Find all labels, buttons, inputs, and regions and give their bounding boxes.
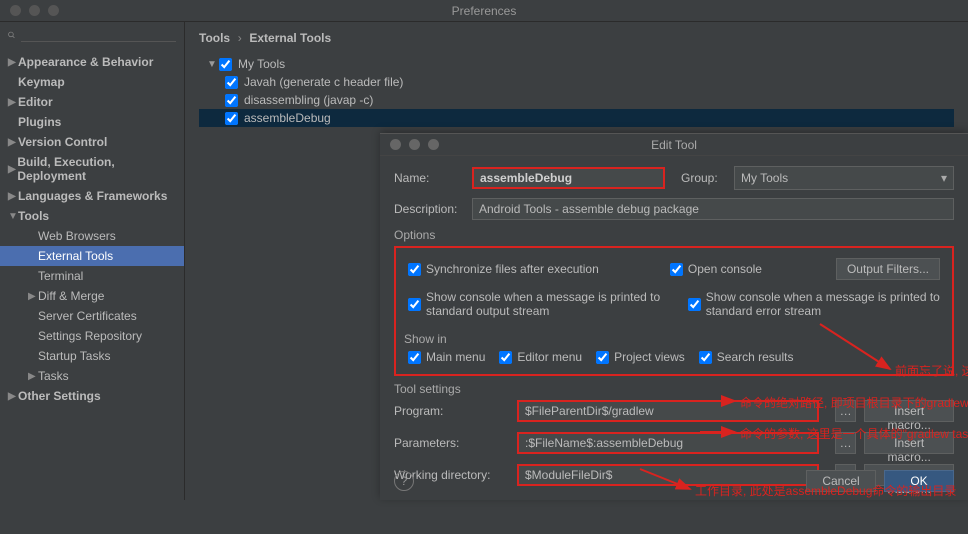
sidebar-item-external-tools[interactable]: External Tools — [0, 246, 184, 266]
tool-group[interactable]: ▼My Tools — [199, 55, 954, 73]
description-label: Description: — [394, 202, 464, 216]
settings-tree: Appearance & BehaviorKeymapEditorPlugins… — [0, 48, 184, 406]
stdout-console-checkbox[interactable]: Show console when a message is printed t… — [408, 290, 666, 318]
sidebar-item-keymap[interactable]: Keymap — [0, 72, 184, 92]
sidebar-item-editor[interactable]: Editor — [0, 92, 184, 112]
browse-parameters-button[interactable]: … — [835, 432, 856, 454]
cancel-button[interactable]: Cancel — [806, 470, 876, 492]
sidebar-item-other-settings[interactable]: Other Settings — [0, 386, 184, 406]
browse-program-button[interactable]: … — [835, 400, 856, 422]
sidebar-item-plugins[interactable]: Plugins — [0, 112, 184, 132]
program-label: Program: — [394, 404, 509, 418]
sidebar-item-tools[interactable]: Tools — [0, 206, 184, 226]
output-filters-button[interactable]: Output Filters... — [836, 258, 940, 280]
open-console-checkbox[interactable]: Open console — [670, 262, 762, 276]
dialog-titlebar: Edit Tool — [380, 134, 968, 156]
sidebar-item-web-browsers[interactable]: Web Browsers — [0, 226, 184, 246]
window-titlebar: Preferences — [0, 0, 968, 22]
dialog-title: Edit Tool — [380, 138, 968, 152]
stderr-console-checkbox[interactable]: Show console when a message is printed t… — [688, 290, 940, 318]
sidebar-item-startup-tasks[interactable]: Startup Tasks — [0, 346, 184, 366]
search-input[interactable] — [21, 28, 176, 42]
parameters-label: Parameters: — [394, 436, 509, 450]
main-menu-checkbox[interactable]: Main menu — [408, 350, 485, 364]
content-area: Tools › External Tools ▼My ToolsJavah (g… — [185, 22, 968, 500]
sidebar-item-appearance-behavior[interactable]: Appearance & Behavior — [0, 52, 184, 72]
sidebar-item-build-execution-deployment[interactable]: Build, Execution, Deployment — [0, 152, 184, 186]
show-in-label: Show in — [404, 332, 940, 346]
window-title: Preferences — [0, 4, 968, 18]
insert-macro-parameters-button[interactable]: Insert macro... — [864, 432, 954, 454]
tool-settings-label: Tool settings — [394, 382, 954, 396]
tool-item[interactable]: disassembling (javap -c) — [199, 91, 954, 109]
search-icon — [8, 29, 15, 41]
edit-tool-dialog: Edit Tool Name: Group: ▾ Description: — [380, 133, 968, 500]
sidebar-item-diff-merge[interactable]: Diff & Merge — [0, 286, 184, 306]
name-label: Name: — [394, 171, 464, 185]
tool-item[interactable]: assembleDebug — [199, 109, 954, 127]
name-input[interactable] — [472, 167, 665, 189]
help-icon[interactable]: ? — [394, 471, 414, 491]
search-results-checkbox[interactable]: Search results — [699, 350, 794, 364]
group-label: Group: — [681, 171, 726, 185]
preferences-sidebar: Appearance & BehaviorKeymapEditorPlugins… — [0, 22, 185, 500]
breadcrumb: Tools › External Tools — [185, 22, 968, 51]
parameters-input[interactable] — [517, 432, 819, 454]
ok-button[interactable]: OK — [884, 470, 954, 492]
description-input[interactable] — [472, 198, 954, 220]
group-combo[interactable]: ▾ — [734, 166, 954, 190]
sidebar-item-settings-repository[interactable]: Settings Repository — [0, 326, 184, 346]
sidebar-item-terminal[interactable]: Terminal — [0, 266, 184, 286]
sidebar-item-version-control[interactable]: Version Control — [0, 132, 184, 152]
tool-item[interactable]: Javah (generate c header file) — [199, 73, 954, 91]
breadcrumb-leaf: External Tools — [249, 31, 331, 45]
chevron-down-icon[interactable]: ▾ — [935, 171, 953, 185]
breadcrumb-root: Tools — [199, 31, 230, 45]
options-box: Synchronize files after execution Open c… — [394, 246, 954, 376]
search-row — [0, 22, 184, 48]
sidebar-item-languages-frameworks[interactable]: Languages & Frameworks — [0, 186, 184, 206]
program-input[interactable] — [517, 400, 819, 422]
sidebar-item-server-certificates[interactable]: Server Certificates — [0, 306, 184, 326]
sidebar-item-tasks[interactable]: Tasks — [0, 366, 184, 386]
project-views-checkbox[interactable]: Project views — [596, 350, 685, 364]
options-label: Options — [394, 228, 954, 242]
insert-macro-program-button[interactable]: Insert macro... — [864, 400, 954, 422]
sync-checkbox[interactable]: Synchronize files after execution — [408, 262, 599, 276]
breadcrumb-separator: › — [238, 31, 242, 45]
group-input[interactable] — [735, 167, 935, 189]
editor-menu-checkbox[interactable]: Editor menu — [499, 350, 582, 364]
external-tools-list: ▼My ToolsJavah (generate c header file)d… — [185, 51, 968, 127]
